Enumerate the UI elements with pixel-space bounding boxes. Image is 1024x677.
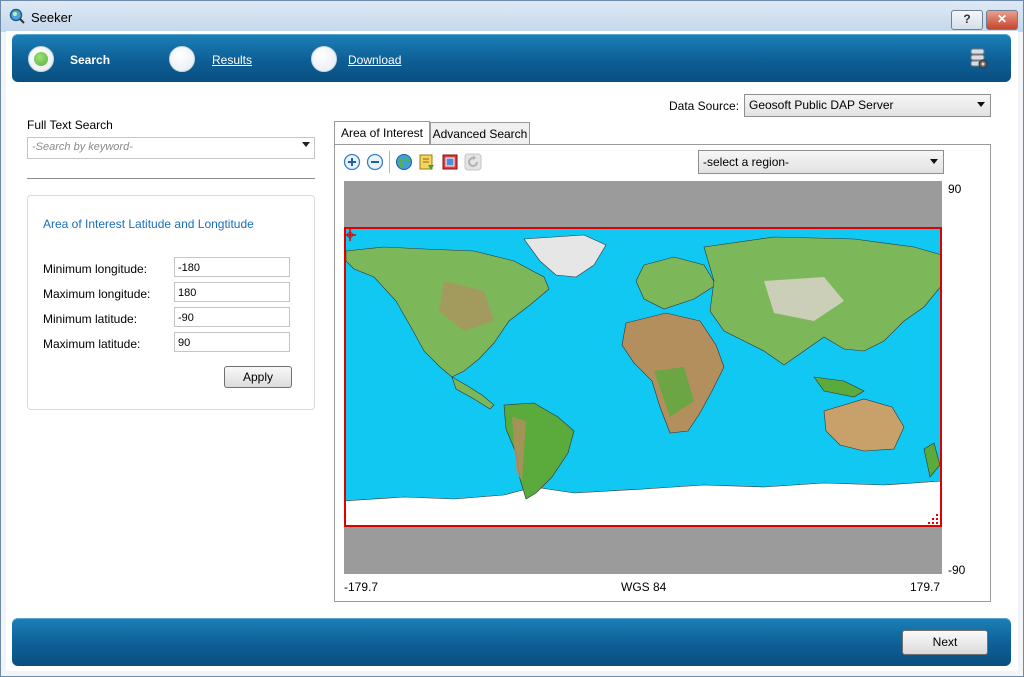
next-button[interactable]: Next xyxy=(902,630,988,655)
step-search[interactable]: Search xyxy=(70,53,110,67)
wizard-footer-bar xyxy=(12,618,1011,666)
step-indicator-results xyxy=(169,46,195,72)
min-latitude-field[interactable]: -90 xyxy=(174,307,290,327)
world-map[interactable] xyxy=(344,181,942,574)
apply-button[interactable]: Apply xyxy=(224,366,292,388)
help-button[interactable]: ? xyxy=(951,10,983,30)
zoom-in-icon[interactable] xyxy=(343,153,361,171)
min-longitude-field[interactable]: -180 xyxy=(174,257,290,277)
step-results-link[interactable]: Results xyxy=(212,53,252,67)
max-longitude-label: Maximum longitude: xyxy=(43,287,151,301)
active-step-dot xyxy=(34,52,48,66)
max-latitude-field[interactable]: 90 xyxy=(174,332,290,352)
window-title: Seeker xyxy=(31,10,73,25)
keyword-search-placeholder: -Search by keyword- xyxy=(32,141,133,153)
tab-area-of-interest[interactable]: Area of Interest xyxy=(334,121,430,145)
chevron-down-icon[interactable] xyxy=(930,159,938,164)
map-bottom-latitude-label: -90 xyxy=(948,563,966,577)
divider xyxy=(27,178,315,179)
max-longitude-field[interactable]: 180 xyxy=(174,282,290,302)
map-left-longitude-label: -179.7 xyxy=(344,580,379,594)
toolbar-separator xyxy=(389,151,390,173)
region-select-value: -select a region- xyxy=(703,155,790,169)
bookmark-add-icon[interactable] xyxy=(418,153,436,171)
zoom-out-icon[interactable] xyxy=(366,153,384,171)
max-latitude-label: Maximum latitude: xyxy=(43,337,141,351)
title-bar: Seeker ? ✕ xyxy=(1,1,1023,32)
select-area-icon[interactable] xyxy=(441,153,459,171)
tab-advanced-search[interactable]: Advanced Search xyxy=(430,122,530,145)
region-select[interactable]: -select a region- xyxy=(698,150,944,174)
step-download-link[interactable]: Download xyxy=(348,53,401,67)
step-indicator-search xyxy=(28,46,54,72)
data-source-label: Data Source: xyxy=(669,99,740,113)
full-text-search-label: Full Text Search xyxy=(27,118,113,132)
close-button[interactable]: ✕ xyxy=(986,10,1018,30)
step-indicator-download xyxy=(311,46,337,72)
min-latitude-label: Minimum latitude: xyxy=(43,312,138,326)
map-top-latitude-label: 90 xyxy=(948,182,962,196)
min-longitude-label: Minimum longitude: xyxy=(43,262,148,276)
chevron-down-icon[interactable] xyxy=(302,142,310,147)
aoi-group-title: Area of Interest Latitude and Longtitude xyxy=(43,217,254,231)
wizard-steps-bar: Search Results Download xyxy=(12,34,1011,82)
globe-icon[interactable] xyxy=(395,153,413,171)
map-right-longitude-label: 179.7 xyxy=(910,580,941,594)
database-settings-icon[interactable] xyxy=(970,47,988,69)
map-projection-label: WGS 84 xyxy=(621,580,667,594)
keyword-search-combo[interactable]: -Search by keyword- xyxy=(27,137,315,159)
data-source-value: Geosoft Public DAP Server xyxy=(749,98,894,112)
chevron-down-icon[interactable] xyxy=(977,102,985,107)
data-source-select[interactable]: Geosoft Public DAP Server xyxy=(744,94,991,117)
world-map-canvas[interactable] xyxy=(344,181,942,574)
refresh-icon[interactable] xyxy=(464,153,482,171)
seeker-app-icon xyxy=(9,8,25,24)
